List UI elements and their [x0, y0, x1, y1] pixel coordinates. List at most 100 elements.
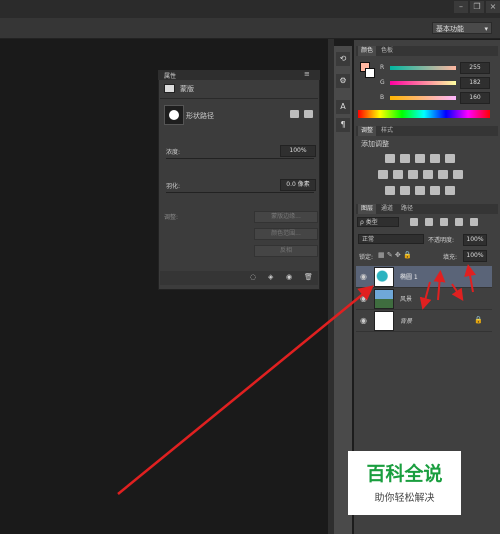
- background-color-swatch[interactable]: [365, 68, 375, 78]
- selective-color-icon[interactable]: [445, 186, 455, 195]
- invert-button[interactable]: 反相: [254, 245, 318, 257]
- layer-row-background[interactable]: ◉ 背景 🔒: [356, 310, 492, 332]
- vector-mask-thumbnail[interactable]: [164, 105, 184, 125]
- layer-name[interactable]: 背景: [400, 316, 412, 325]
- filter-pixel-icon[interactable]: [410, 218, 418, 226]
- properties-icon[interactable]: ⚙: [336, 74, 350, 88]
- character-icon[interactable]: A: [336, 100, 350, 114]
- channel-mixer-icon[interactable]: [438, 170, 448, 179]
- channel-g-value[interactable]: 182: [460, 77, 490, 89]
- opacity-value[interactable]: 100%: [463, 234, 487, 246]
- channel-r-slider[interactable]: [390, 66, 456, 70]
- options-bar: [0, 18, 500, 39]
- color-lookup-icon[interactable]: [453, 170, 463, 179]
- tab-layers[interactable]: 图层: [358, 204, 377, 214]
- layer-thumbnail: [374, 267, 394, 287]
- color-range-button[interactable]: 颜色范围...: [254, 228, 318, 240]
- filter-shape-icon[interactable]: [455, 218, 463, 226]
- black-white-icon[interactable]: [408, 170, 418, 179]
- layer-name[interactable]: 风景: [400, 294, 412, 303]
- add-vector-mask-icon[interactable]: [304, 110, 313, 118]
- workspace-label: 基本功能: [436, 25, 464, 33]
- curves-icon[interactable]: [415, 154, 425, 163]
- restore-icon[interactable]: ❐: [470, 1, 484, 13]
- shape-path-label: 形状路径: [186, 112, 214, 120]
- levels-icon[interactable]: [400, 154, 410, 163]
- feather-slider[interactable]: [166, 192, 314, 193]
- density-label: 浓度:: [166, 149, 181, 156]
- invert-icon[interactable]: [385, 186, 395, 195]
- lock-icons[interactable]: ▦ ✎ ✥ 🔒: [378, 251, 412, 259]
- eye-icon[interactable]: ◉: [360, 273, 368, 281]
- watermark-logo: 百科全说 助你轻松解决: [348, 451, 461, 515]
- properties-header: 属性 ≡: [158, 70, 320, 80]
- panel-menu-icon[interactable]: ≡: [304, 70, 310, 78]
- gradient-map-icon[interactable]: [430, 186, 440, 195]
- tab-channels[interactable]: 通道: [378, 204, 396, 214]
- channel-r-label: R: [380, 64, 385, 71]
- density-slider[interactable]: [166, 158, 314, 159]
- mask-edge-button[interactable]: 蒙版边缘...: [254, 211, 318, 223]
- color-spectrum[interactable]: [358, 110, 490, 118]
- tab-color[interactable]: 颜色: [358, 46, 377, 56]
- tab-swatches[interactable]: 色板: [378, 46, 396, 56]
- feather-label: 羽化:: [166, 183, 181, 190]
- lock-label: 锁定:: [359, 254, 374, 261]
- chevron-down-icon: ▾: [484, 25, 488, 33]
- hue-saturation-icon[interactable]: [378, 170, 388, 179]
- channel-g-label: G: [380, 79, 385, 86]
- layer-name[interactable]: 椭圆 1: [400, 272, 418, 281]
- add-pixel-mask-icon[interactable]: [290, 110, 299, 118]
- logo-subtitle: 助你轻松解决: [374, 493, 435, 504]
- fill-value[interactable]: 100%: [463, 250, 487, 262]
- filter-adjust-icon[interactable]: [425, 218, 433, 226]
- opacity-label: 不透明度:: [428, 237, 455, 244]
- fill-label: 填充:: [443, 254, 458, 261]
- adjust-panel-tabs: 调整 样式: [356, 126, 498, 136]
- blend-mode-select[interactable]: 正常: [358, 234, 424, 244]
- lock-icon: 🔒: [474, 316, 483, 324]
- threshold-icon[interactable]: [415, 186, 425, 195]
- filter-smart-icon[interactable]: [470, 218, 478, 226]
- mask-label: 蒙版: [180, 85, 194, 93]
- channel-b-value[interactable]: 160: [460, 92, 490, 104]
- refine-label: 调整:: [164, 214, 179, 221]
- feather-value[interactable]: 0.0 像素: [280, 179, 316, 191]
- layer-kind-filter[interactable]: ρ 类型: [357, 217, 399, 227]
- channel-b-label: B: [380, 94, 385, 101]
- visibility-icon[interactable]: ◉: [286, 273, 292, 281]
- brightness-icon[interactable]: [385, 154, 395, 163]
- load-selection-icon[interactable]: ◌: [250, 273, 256, 281]
- tab-paths[interactable]: 路径: [398, 204, 416, 214]
- filter-type-icon[interactable]: [440, 218, 448, 226]
- photo-filter-icon[interactable]: [423, 170, 433, 179]
- apply-mask-icon[interactable]: ◈: [268, 273, 273, 281]
- close-icon[interactable]: ×: [486, 1, 500, 13]
- channel-b-slider[interactable]: [390, 96, 456, 100]
- mask-icon: [164, 84, 175, 93]
- layer-row-ellipse[interactable]: ◉ 椭圆 1: [356, 266, 492, 288]
- density-value[interactable]: 100%: [280, 145, 316, 157]
- vibrance-icon[interactable]: [445, 154, 455, 163]
- history-icon[interactable]: ⟲: [336, 52, 350, 66]
- channel-r-value[interactable]: 255: [460, 62, 490, 74]
- eye-icon[interactable]: ◉: [360, 295, 368, 303]
- paragraph-icon[interactable]: ¶: [336, 118, 350, 132]
- layer-row-scenery[interactable]: ◉ 风景: [356, 288, 492, 310]
- properties-footer: ◌ ◈ ◉ 🗑: [160, 271, 318, 285]
- properties-title: 属性: [164, 73, 177, 80]
- add-adjustment-title: 添加调整: [361, 140, 389, 148]
- color-balance-icon[interactable]: [393, 170, 403, 179]
- tab-styles[interactable]: 样式: [378, 126, 396, 136]
- channel-g-slider[interactable]: [390, 81, 456, 85]
- posterize-icon[interactable]: [400, 186, 410, 195]
- eye-icon[interactable]: ◉: [360, 317, 368, 325]
- tab-adjustments[interactable]: 调整: [358, 126, 377, 136]
- color-panel-tabs: 颜色 色板: [356, 46, 498, 56]
- layer-thumbnail: [374, 289, 394, 309]
- workspace-select[interactable]: 基本功能 ▾: [432, 22, 492, 34]
- minimize-icon[interactable]: –: [454, 1, 468, 13]
- exposure-icon[interactable]: [430, 154, 440, 163]
- divider: [160, 98, 318, 99]
- trash-icon[interactable]: 🗑: [304, 273, 313, 281]
